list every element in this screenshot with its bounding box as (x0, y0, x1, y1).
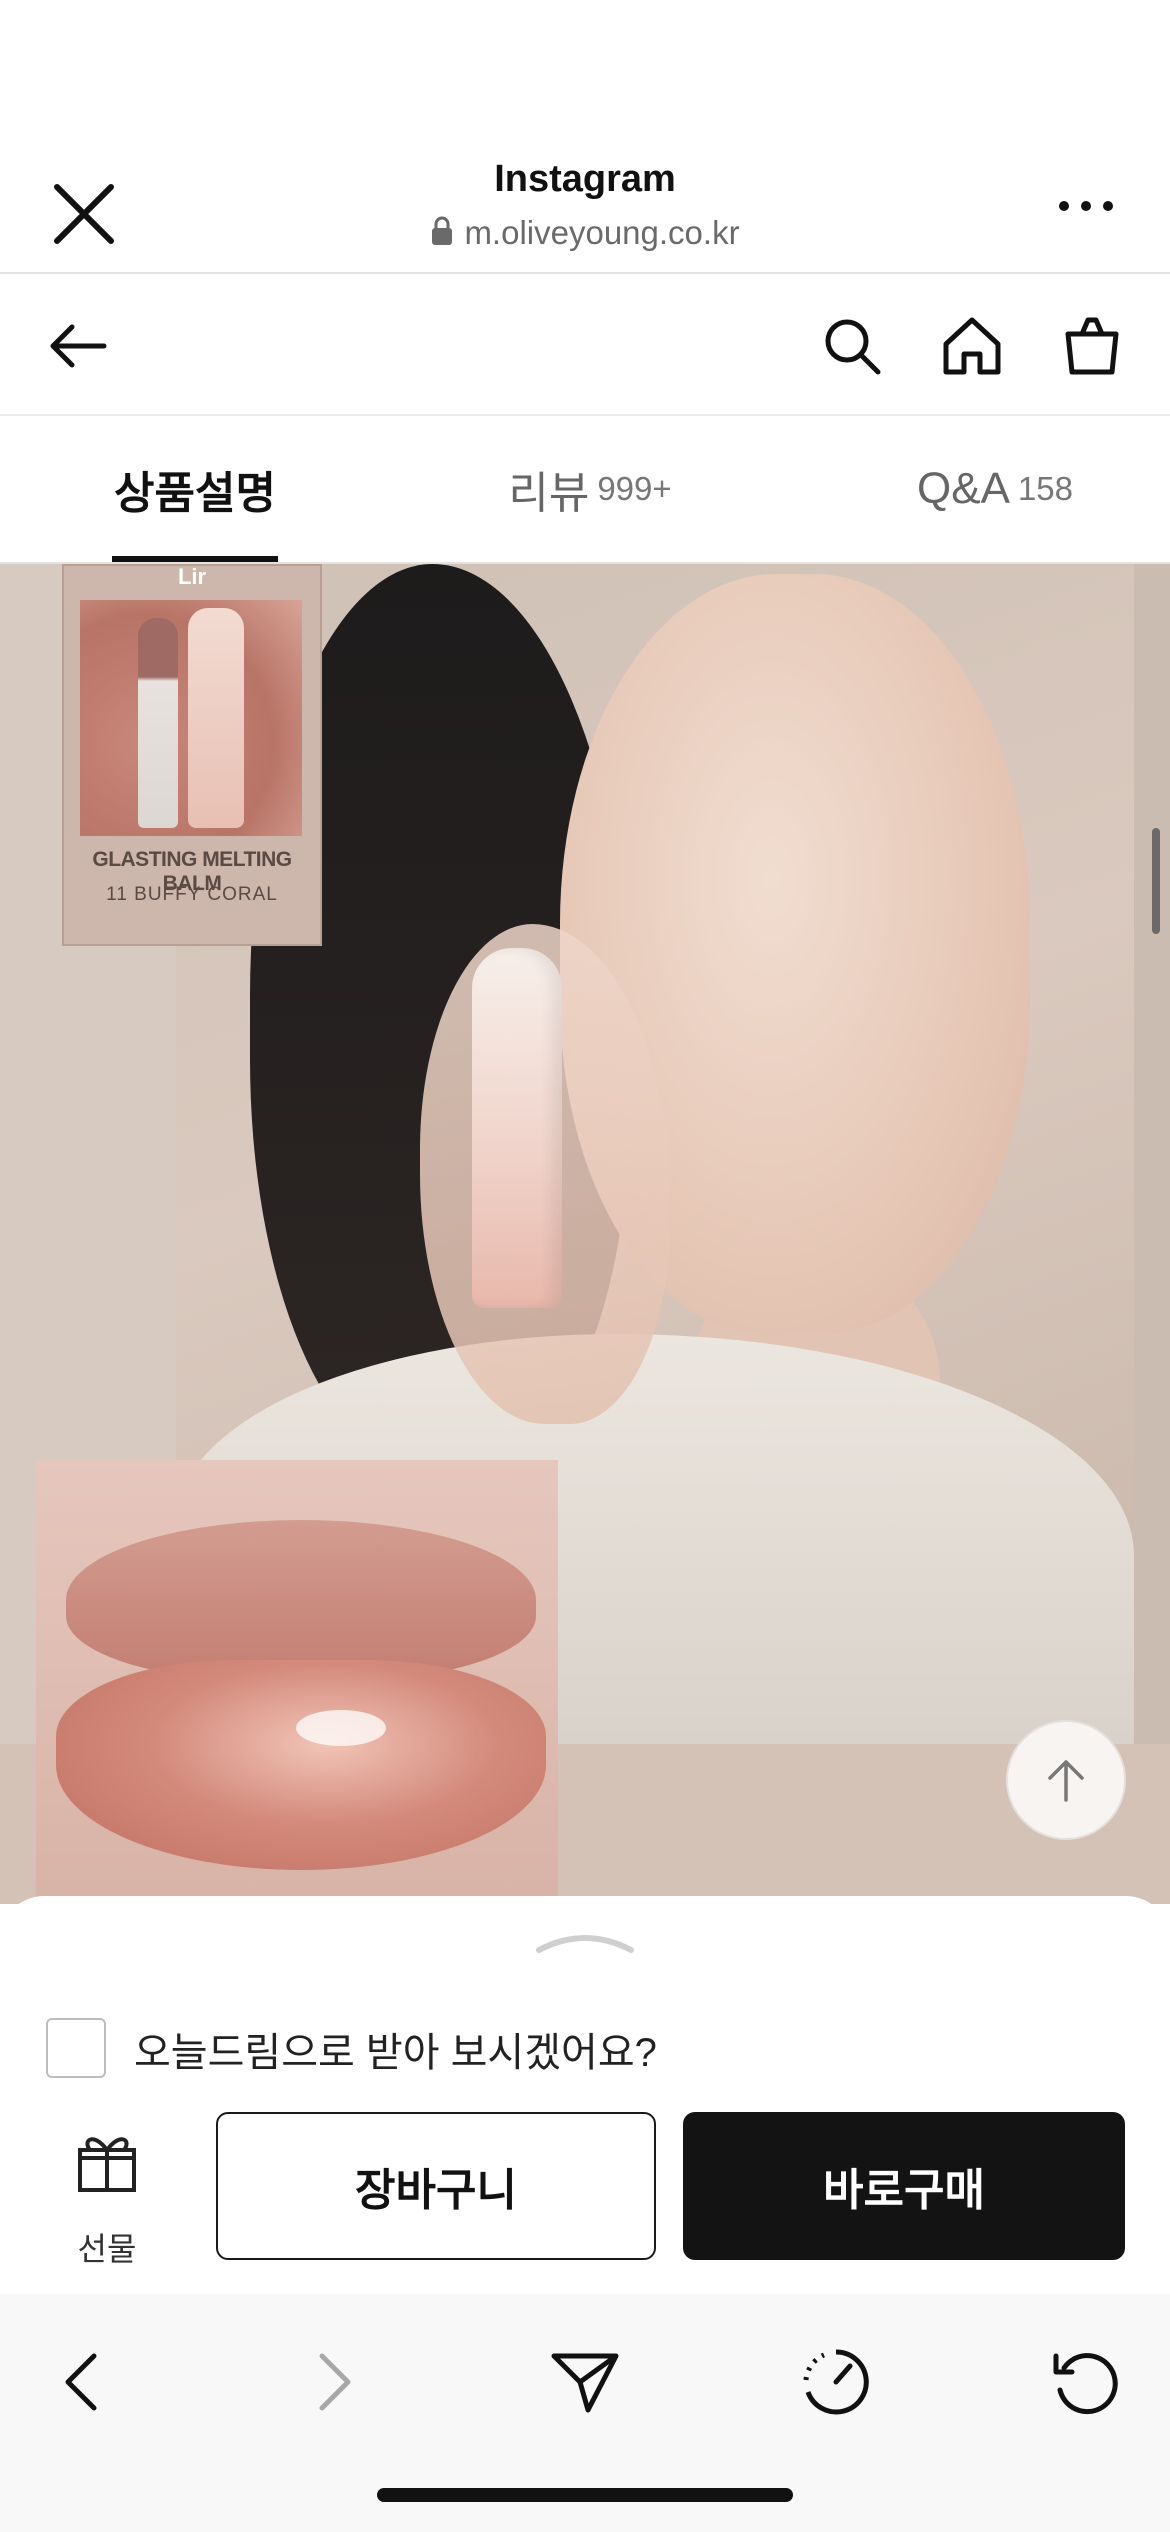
nav-forward-button[interactable] (292, 2340, 376, 2424)
today-dream-label[interactable]: 오늘드림으로 받아 보시겠어요? (134, 2020, 657, 2078)
lower-lip (56, 1660, 546, 1870)
home-indicator (377, 2488, 793, 2502)
home-icon (943, 317, 1001, 375)
more-button[interactable] (1046, 176, 1126, 236)
swatch-tube-open (138, 618, 178, 828)
speed-button[interactable] (794, 2340, 878, 2424)
chevron-right-icon (319, 2353, 351, 2411)
lips-closeup (36, 1460, 558, 1904)
tab-label: Q&A (917, 464, 1010, 513)
gift-button[interactable]: 선물 (52, 2128, 162, 2267)
product-tabs: 상품설명 리뷰 999+ Q&A 158 (0, 416, 1170, 564)
browser-header: Instagram m.oliveyoung.co.kr (0, 0, 1170, 274)
chevron-up-icon (536, 1935, 634, 1953)
upper-lip (66, 1520, 536, 1680)
nav-back-button[interactable] (40, 2340, 124, 2424)
scrollbar[interactable] (1152, 828, 1160, 934)
back-button[interactable] (42, 310, 114, 382)
cart-icon-button[interactable] (1056, 310, 1128, 382)
review-count: 999+ (597, 470, 672, 507)
reload-button[interactable] (1044, 2340, 1128, 2424)
send-icon (551, 2353, 619, 2413)
tab-review[interactable]: 리뷰 999+ (460, 416, 720, 562)
active-tab-indicator (112, 556, 278, 562)
reload-icon (1053, 2353, 1118, 2415)
today-dream-checkbox[interactable] (46, 2018, 106, 2078)
gauge-icon (803, 2349, 869, 2415)
swatch-shade-name: 11 BUFFY CORAL (106, 884, 278, 905)
share-button[interactable] (543, 2340, 627, 2424)
lock-icon (430, 216, 454, 254)
add-to-cart-button[interactable]: 장바구니 (216, 2112, 656, 2260)
product-swatch-card: Lir GLASTING MELTING BALM 11 BUFFY CORAL (62, 564, 322, 946)
browser-title: Instagram (494, 158, 676, 200)
qna-count: 158 (1017, 470, 1073, 507)
home-button[interactable] (936, 310, 1008, 382)
search-icon (825, 319, 881, 375)
lip-balm-tube (472, 948, 562, 1308)
tab-description[interactable]: 상품설명 (60, 416, 330, 562)
purchase-sheet: 오늘드림으로 받아 보시겠어요? 선물 장바구니 바로구매 (0, 1896, 1170, 2296)
url-text: m.oliveyoung.co.kr (464, 214, 740, 251)
browser-url: m.oliveyoung.co.kr (0, 214, 1170, 254)
scroll-to-top-button[interactable] (1006, 1720, 1126, 1840)
arrow-up-icon (1048, 1760, 1084, 1802)
tab-label: 리뷰 (508, 469, 590, 518)
buy-now-button[interactable]: 바로구매 (683, 2112, 1125, 2260)
product-image: Lir GLASTING MELTING BALM 11 BUFFY CORAL (0, 564, 1170, 1904)
swatch-tube-closed (188, 608, 244, 828)
gift-icon (78, 2137, 136, 2192)
site-nav (0, 274, 1170, 416)
swatch-image (80, 600, 302, 836)
arrow-left-icon (50, 324, 107, 368)
tab-label: 상품설명 (114, 469, 276, 518)
tab-qna[interactable]: Q&A 158 (860, 416, 1130, 562)
chevron-left-icon (65, 2353, 97, 2411)
shopping-bag-icon (1065, 317, 1119, 375)
brand-mark: Lir (177, 564, 207, 589)
lip-highlight (296, 1710, 386, 1746)
more-icon (1059, 201, 1113, 211)
gift-label: 선물 (77, 2231, 137, 2267)
sheet-handle[interactable] (535, 1930, 635, 1954)
search-button[interactable] (816, 310, 888, 382)
